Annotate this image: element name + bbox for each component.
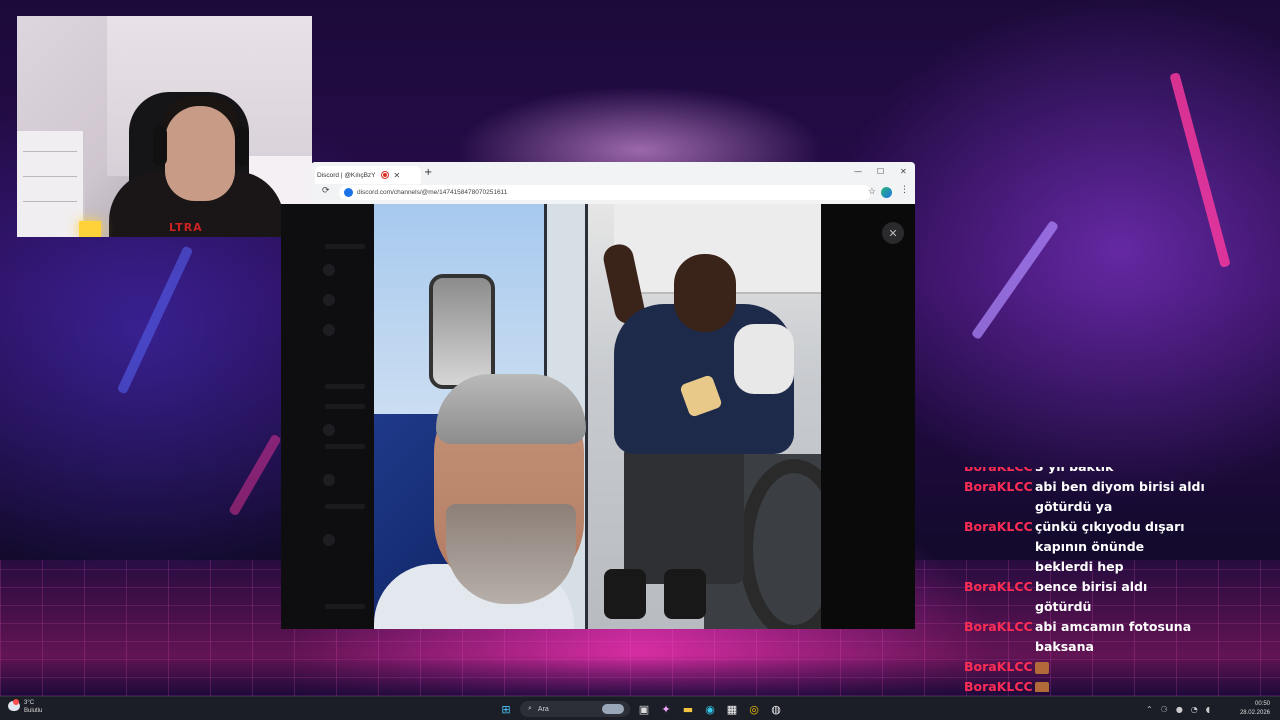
chat-text: çünkü çıkıyodu dışarı kapının önünde bek… <box>1035 519 1185 574</box>
taskbar: 3°C Bulutlu ⊞ ⌕ Ara ▣ ✦ ▬ ◉ ▦ ◎ ◍ ⌃ ⚆ ● … <box>0 696 1280 720</box>
browser-menu-icon[interactable]: ⋮ <box>900 185 909 195</box>
obs-icon[interactable]: ◍ <box>768 701 784 717</box>
weather-widget[interactable]: 3°C Bulutlu <box>8 699 42 715</box>
extension-icon[interactable] <box>881 187 892 198</box>
maximize-button[interactable]: ☐ <box>877 167 884 176</box>
task-view-icon[interactable]: ▣ <box>636 701 652 717</box>
chat-message: BoraKLCC abi ben diyom birisi aldı götür… <box>964 477 1264 517</box>
file-explorer-icon[interactable]: ▬ <box>680 701 696 717</box>
tab-close-icon[interactable]: ✕ <box>394 171 401 180</box>
chat-text: abi ben diyom birisi aldı götürdü ya <box>1035 479 1205 514</box>
search-placeholder: Ara <box>537 705 549 713</box>
viewer-close-button[interactable]: ✕ <box>882 222 904 244</box>
new-tab-button[interactable]: + <box>424 167 432 178</box>
address-url: discord.com/channels/@me/147415847807025… <box>357 189 508 196</box>
photo-person-legs <box>624 444 744 584</box>
tray-mic-icon[interactable]: ● <box>1176 705 1183 714</box>
webcam-streamer-face <box>165 106 235 201</box>
window-close-button[interactable]: ✕ <box>900 167 907 176</box>
chat-username: BoraKLCC <box>964 679 1033 692</box>
tray-volume-icon[interactable]: ◖ <box>1206 705 1210 714</box>
chat-text: bence birisi aldı götürdü <box>1035 579 1148 614</box>
chat-message: BoraKLCC abi amcamın fotosuna baksana <box>964 617 1264 657</box>
browser-tab[interactable]: Discord | @KılıçBzY ✕ <box>315 166 421 184</box>
webcam-drawer <box>17 131 85 237</box>
chat-message: BoraKLCC <box>964 657 1264 677</box>
chat-message: BoraKLCC bence birisi aldı götürdü <box>964 577 1264 617</box>
photo-shoe <box>664 569 706 619</box>
webcam-headphones-left <box>153 126 167 166</box>
viewed-photo <box>374 204 821 629</box>
photo-shoe <box>604 569 646 619</box>
discord-chat-dimmed <box>821 204 915 629</box>
start-icon[interactable]: ⊞ <box>498 701 514 717</box>
taskbar-search[interactable]: ⌕ Ara <box>520 701 630 717</box>
chat-message: BoraKLCC 3 yıl baktık <box>964 467 1264 477</box>
chat-message: BoraKLCC <box>964 677 1264 692</box>
photo-person-sleeve <box>734 324 794 394</box>
tray-network-icon[interactable]: ⚆ <box>1161 705 1168 714</box>
weather-temp: 3°C <box>24 700 35 706</box>
webcam-overlay: LTRA <box>17 16 312 237</box>
background-neon-streak <box>970 219 1060 341</box>
stream-chat-overlay: BoraKLCC 3 yıl baktık BoraKLCC abi ben d… <box>964 467 1264 692</box>
copilot-icon[interactable]: ✦ <box>658 701 674 717</box>
background-neon-streak <box>1169 72 1231 268</box>
chat-emote-icon <box>1035 681 1049 692</box>
background-neon-streak <box>116 245 194 395</box>
recording-indicator-icon <box>381 172 388 178</box>
weather-cloud-icon <box>8 699 20 711</box>
bookmark-star-icon[interactable]: ☆ <box>868 186 876 197</box>
photo-selfie-hair <box>436 374 586 444</box>
chat-message: BoraKLCC çünkü çıkıyodu dışarı kapının ö… <box>964 517 1264 577</box>
minimize-button[interactable]: — <box>854 167 862 176</box>
chat-username: BoraKLCC <box>964 467 1035 477</box>
search-highlight-icon <box>602 704 624 714</box>
clock-date: 28.02.2026 <box>1239 710 1270 716</box>
webcam-headphones-right <box>235 126 249 166</box>
chat-username: BoraKLCC <box>964 579 1033 594</box>
address-bar[interactable]: discord.com/channels/@me/147415847807025… <box>339 185 876 200</box>
edge-icon[interactable]: ◉ <box>702 701 718 717</box>
tray-chevron-icon[interactable]: ⌃ <box>1146 705 1153 714</box>
taskbar-clock[interactable]: 00:50 28.02.2026 <box>1240 700 1270 718</box>
photo-person-head <box>674 254 736 332</box>
chat-username: BoraKLCC <box>964 479 1033 494</box>
taskbar-apps: ⊞ ⌕ Ara ▣ ✦ ▬ ◉ ▦ ◎ ◍ <box>498 697 784 720</box>
discord-sidebar-dimmed <box>281 204 374 629</box>
chrome-icon[interactable]: ◎ <box>746 701 762 717</box>
webcam-lamp <box>79 221 101 237</box>
chat-emote-icon <box>1035 661 1049 674</box>
webcam-shirt-text: LTRA <box>169 221 203 234</box>
chat-text: abi amcamın fotosuna baksana <box>1035 619 1192 654</box>
background-neon-streak <box>228 433 282 517</box>
chat-username: BoraKLCC <box>964 519 1033 534</box>
reload-icon[interactable]: ⟳ <box>322 186 330 196</box>
chat-username: BoraKLCC <box>964 619 1033 634</box>
clock-time: 00:50 <box>1254 701 1270 707</box>
system-tray: ⌃ ⚆ ● ◔ ◖ <box>1146 697 1210 720</box>
browser-window-titlebar: Discord | @KılıçBzY ✕ + — ☐ ✕ ⟳ discord.… <box>311 162 915 204</box>
calendar-icon[interactable]: ▦ <box>724 701 740 717</box>
photo-tractor-mirror <box>429 274 495 389</box>
chat-text: 3 yıl baktık <box>1035 467 1205 477</box>
chat-username: BoraKLCC <box>964 659 1033 674</box>
site-info-icon[interactable] <box>344 188 353 197</box>
tab-title: Discord | @KılıçBzY <box>317 171 376 179</box>
search-icon: ⌕ <box>528 705 532 712</box>
weather-desc: Bulutlu <box>24 708 43 714</box>
tray-wifi-icon[interactable]: ◔ <box>1191 705 1198 714</box>
